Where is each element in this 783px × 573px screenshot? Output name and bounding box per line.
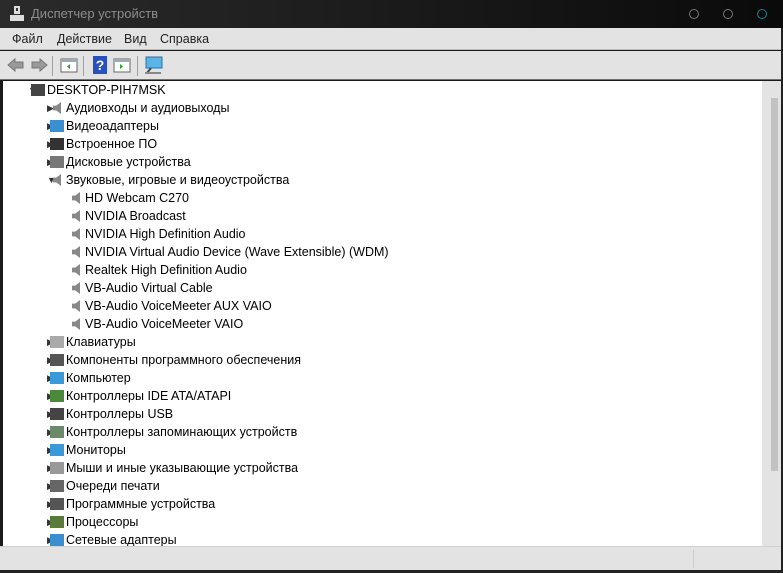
scrollbar-thumb[interactable] [771, 98, 778, 471]
tree-item-label: NVIDIA Virtual Audio Device (Wave Extens… [85, 245, 389, 259]
tree-category[interactable]: ▶ Аудиовходы и аудиовыходы [3, 99, 762, 117]
tree-device[interactable]: VB-Audio VoiceMeeter VAIO [3, 315, 762, 333]
speaker-icon [72, 192, 80, 204]
svg-text:?: ? [96, 57, 105, 73]
tree-item-label: VB-Audio VoiceMeeter VAIO [85, 317, 244, 331]
printer-icon [50, 480, 64, 492]
tree-category[interactable]: ▶Сетевые адаптеры [3, 531, 762, 546]
speaker-icon [72, 318, 80, 330]
display-adapter-icon [50, 120, 64, 132]
tree-item-label: HD Webcam C270 [85, 191, 189, 205]
menu-view[interactable]: Вид [124, 32, 147, 46]
tree-item-label: Контроллеры IDE ATA/ATAPI [66, 389, 232, 403]
tree-category[interactable]: ▶Мыши и иные указывающие устройства [3, 459, 762, 477]
usb-icon [50, 408, 64, 420]
menu-bar: Файл Действие Вид Справка [0, 28, 781, 50]
tree-item-label: Сетевые адаптеры [66, 533, 177, 546]
processor-icon [50, 516, 64, 528]
software-device-icon [50, 498, 64, 510]
forward-icon[interactable] [29, 55, 49, 75]
tree-item-label: Дисковые устройства [66, 155, 191, 169]
ide-controller-icon [50, 390, 64, 402]
disk-icon [50, 156, 64, 168]
tree-category[interactable]: ▶Очереди печати [3, 477, 762, 495]
tree-item-label: Звуковые, игровые и видеоустройства [66, 173, 290, 187]
update-driver-icon[interactable] [112, 55, 132, 75]
tree-item-label: Компоненты программного обеспечения [66, 353, 301, 367]
network-adapter-icon [50, 534, 64, 546]
tree-item-label: Контроллеры запоминающих устройств [66, 425, 298, 439]
tree-item-label: Мониторы [66, 443, 126, 457]
tree-item-label: Программные устройства [66, 497, 216, 511]
device-manager-icon [31, 84, 45, 96]
tree-category[interactable]: ▶Клавиатуры [3, 333, 762, 351]
speaker-icon [72, 210, 80, 222]
tree-item-label: Очереди печати [66, 479, 160, 493]
speaker-icon [72, 228, 80, 240]
device-tree[interactable]: ▼DESKTOP-PIH7MSK▶Аудиовходы и аудиовыход… [3, 81, 762, 546]
computer-icon [50, 372, 64, 384]
tree-category[interactable]: ▼ Звуковые, игровые и видеоустройства [3, 171, 762, 189]
tree-item-label: Видеоадаптеры [66, 119, 159, 133]
software-component-icon [50, 354, 64, 366]
speaker-icon [72, 300, 80, 312]
tree-category[interactable]: ▶Контроллеры IDE ATA/ATAPI [3, 387, 762, 405]
menu-action[interactable]: Действие [57, 32, 112, 46]
speaker-icon [72, 282, 80, 294]
tree-category[interactable]: ▶Программные устройства [3, 495, 762, 513]
mouse-icon [50, 462, 64, 474]
tree-category[interactable]: ▶Контроллеры запоминающих устройств [3, 423, 762, 441]
tree-category[interactable]: ▶Дисковые устройства [3, 153, 762, 171]
tree-device[interactable]: NVIDIA Virtual Audio Device (Wave Extens… [3, 243, 762, 261]
device-manager-icon [10, 6, 24, 21]
scan-hardware-icon[interactable] [144, 55, 164, 75]
tree-device[interactable]: VB-Audio Virtual Cable [3, 279, 762, 297]
tree-item-label: DESKTOP-PIH7MSK [47, 83, 166, 97]
tree-root[interactable]: ▼DESKTOP-PIH7MSK [3, 81, 762, 99]
tree-device[interactable]: Realtek High Definition Audio [3, 261, 762, 279]
firmware-icon [50, 138, 64, 150]
speaker-icon [72, 264, 80, 276]
tree-item-label: NVIDIA Broadcast [85, 209, 186, 223]
tree-category[interactable]: ▶Компьютер [3, 369, 762, 387]
status-bar [0, 546, 781, 570]
toolbar: ? [0, 51, 781, 80]
tree-item-label: Клавиатуры [66, 335, 136, 349]
window-title: Диспетчер устройств [31, 6, 159, 21]
maximize-button[interactable] [723, 9, 733, 19]
speaker-icon [72, 246, 80, 258]
monitor-icon [50, 444, 64, 456]
tree-item-label: Встроенное ПО [66, 137, 158, 151]
tree-device[interactable]: NVIDIA Broadcast [3, 207, 762, 225]
keyboard-icon [50, 336, 64, 348]
tree-category[interactable]: ▶Видеоадаптеры [3, 117, 762, 135]
tree-category[interactable]: ▶Процессоры [3, 513, 762, 531]
help-icon[interactable]: ? [90, 55, 110, 75]
menu-file[interactable]: Файл [12, 32, 43, 46]
tree-device[interactable]: HD Webcam C270 [3, 189, 762, 207]
tree-category[interactable]: ▶Контроллеры USB [3, 405, 762, 423]
title-bar: Диспетчер устройств [0, 0, 783, 28]
tree-item-label: VB-Audio Virtual Cable [85, 281, 213, 295]
tree-item-label: Компьютер [66, 371, 131, 385]
tree-category[interactable]: ▶Мониторы [3, 441, 762, 459]
menu-help[interactable]: Справка [160, 32, 209, 46]
tree-category[interactable]: ▶Встроенное ПО [3, 135, 762, 153]
tree-item-label: Контроллеры USB [66, 407, 174, 421]
vertical-scrollbar[interactable] [762, 81, 781, 546]
tree-item-label: Мыши и иные указывающие устройства [66, 461, 299, 475]
tree-category[interactable]: ▶Компоненты программного обеспечения [3, 351, 762, 369]
tree-device[interactable]: NVIDIA High Definition Audio [3, 225, 762, 243]
tree-item-label: Realtek High Definition Audio [85, 263, 247, 277]
tree-item-label: Аудиовходы и аудиовыходы [66, 101, 230, 115]
tree-item-label: VB-Audio VoiceMeeter AUX VAIO [85, 299, 272, 313]
tree-item-label: Процессоры [66, 515, 139, 529]
storage-controller-icon [50, 426, 64, 438]
tree-item-label: NVIDIA High Definition Audio [85, 227, 246, 241]
properties-icon[interactable] [59, 55, 79, 75]
back-icon[interactable] [6, 55, 26, 75]
tree-device[interactable]: VB-Audio VoiceMeeter AUX VAIO [3, 297, 762, 315]
close-button[interactable] [757, 9, 767, 19]
minimize-button[interactable] [689, 9, 699, 19]
